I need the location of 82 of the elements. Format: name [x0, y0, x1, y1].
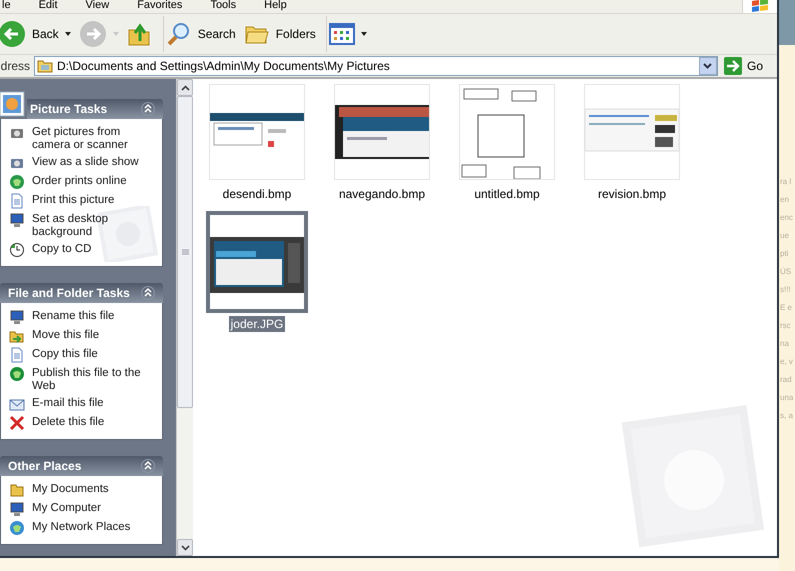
address-label: ldress [0, 59, 30, 73]
page-text: enc [779, 212, 793, 224]
menu-item[interactable]: Edit [24, 0, 72, 11]
task-link[interactable]: View as a slide show [32, 156, 139, 169]
globe-icon [9, 520, 25, 536]
panel-header[interactable]: File and Folder Tasks [0, 283, 163, 303]
task-link[interactable]: My Documents [32, 483, 109, 496]
caret-icon [180, 544, 190, 550]
task-link[interactable]: Get pictures from camera or scanner [32, 126, 156, 152]
grip-icon [182, 249, 188, 255]
task-link[interactable]: Delete this file [32, 416, 104, 429]
page-text: en [779, 194, 789, 206]
chevron-icon[interactable] [141, 102, 155, 116]
task-link[interactable]: E-mail this file [32, 397, 104, 410]
page-text: s, a [779, 410, 793, 422]
menu-item[interactable]: Tools [196, 0, 250, 11]
page-text: s!!! [779, 284, 791, 296]
go-button[interactable]: Go [722, 57, 773, 75]
document-icon [9, 347, 25, 363]
folder-icon [9, 482, 25, 498]
arrow-icon [724, 57, 742, 75]
scroll-up-button[interactable] [177, 79, 193, 96]
chevron-icon[interactable] [141, 286, 155, 300]
task-link[interactable]: My Network Places [32, 521, 130, 534]
task-link[interactable]: Order prints online [32, 175, 127, 188]
task-link[interactable]: Move this file [32, 329, 100, 342]
file-name: joder.JPG [228, 316, 286, 332]
menu-item[interactable]: Favorites [123, 0, 196, 11]
back-button[interactable]: Back [0, 16, 77, 52]
page-text: ra l [779, 176, 792, 188]
folders-button[interactable]: Folders [238, 16, 327, 52]
caret-icon [703, 63, 712, 69]
task-link[interactable]: Set as desktop background [32, 213, 156, 239]
page-text: na [779, 338, 789, 350]
panel-title: Other Places [8, 459, 82, 473]
panel-header[interactable]: Picture Tasks [27, 99, 163, 119]
globe-icon [9, 366, 25, 382]
file-name: desendi.bmp [222, 186, 292, 202]
file-name: revision.bmp [596, 186, 668, 202]
dropdown-button[interactable] [698, 57, 717, 75]
task-link[interactable]: Rename this file [32, 310, 114, 323]
page-text: pti [779, 248, 788, 260]
panel-title: File and Folder Tasks [8, 286, 131, 300]
task-link[interactable]: My Computer [32, 502, 102, 515]
file-name: untitled.bmp [473, 186, 541, 202]
menu-item[interactable]: View [72, 0, 124, 11]
close-icon [9, 415, 25, 431]
caret-icon[interactable] [64, 32, 71, 36]
menu-item[interactable]: Help [250, 0, 301, 11]
panel-title: Picture Tasks [30, 102, 108, 116]
printer-icon [9, 193, 25, 209]
caret-icon [180, 84, 190, 90]
scroll-down-button[interactable] [177, 539, 193, 556]
page-text: E e [779, 302, 792, 314]
page-text: una [779, 392, 794, 404]
task-link[interactable]: Publish this file to the Web [32, 367, 156, 393]
globe-icon [9, 174, 25, 190]
clock-icon [9, 242, 25, 258]
file-name: navegando.bmp [338, 186, 426, 202]
chevron-icon[interactable] [141, 459, 155, 473]
scroll-thumb[interactable] [177, 96, 193, 408]
photo-icon [0, 91, 25, 117]
address-input[interactable]: D:\Documents and Settings\Admin\My Documents\My Pictures [57, 59, 695, 73]
grid-icon [328, 23, 355, 45]
task-link[interactable]: Copy this file [32, 348, 98, 361]
caret-icon[interactable] [360, 32, 367, 36]
page-text: ÚS [779, 266, 792, 278]
folder-icon [37, 58, 54, 74]
search-icon [166, 21, 192, 47]
monitor-icon [9, 212, 25, 228]
page-text: rad [779, 374, 792, 386]
task-link[interactable]: Copy to CD [32, 243, 92, 256]
scrollbar-track[interactable] [176, 79, 193, 556]
address-field[interactable]: D:\Documents and Settings\Admin\My Documents\My Pictures [34, 56, 718, 76]
page-text: e, v [779, 356, 793, 368]
computer-icon [9, 501, 25, 517]
page-text: rsc [779, 320, 791, 332]
menu-item[interactable]: le [2, 0, 25, 11]
page-text: ue [779, 230, 789, 242]
back-arrow-icon [0, 20, 26, 48]
panel-header[interactable]: Other Places [0, 456, 163, 476]
task-link[interactable]: Print this picture [32, 194, 114, 207]
